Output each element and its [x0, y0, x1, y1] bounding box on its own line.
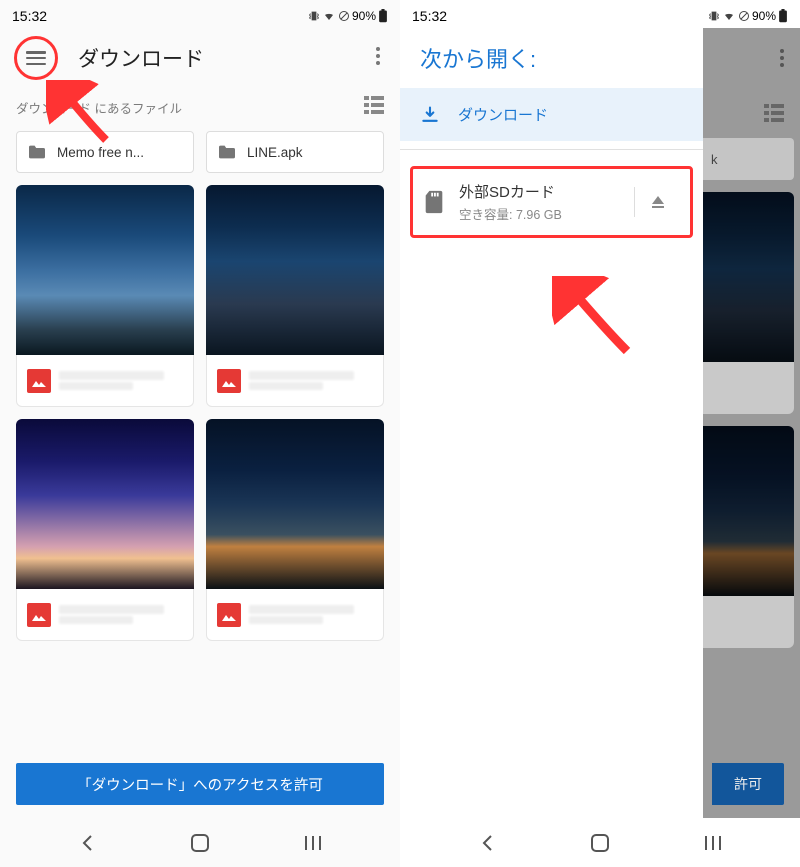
status-time: 15:32: [412, 8, 447, 24]
download-icon: [420, 105, 440, 125]
nav-back-button[interactable]: [75, 831, 99, 855]
nav-home-button[interactable]: [188, 831, 212, 855]
right-pane: 15:32 90% k 許可 次から開く: ダウンロード 外部SDカード: [400, 0, 800, 867]
home-icon: [590, 833, 610, 853]
battery-icon: [378, 9, 388, 23]
access-button-label: 「ダウンロード」へのアクセスを許可: [77, 774, 323, 795]
thumbnail-image: [16, 419, 194, 589]
folder-label: Memo free n...: [57, 145, 144, 160]
subheader: ダウンロード にあるファイル: [0, 88, 400, 131]
menu-circle-annotation: [14, 36, 58, 80]
left-pane: 15:32 90% ダウンロード ダウンロード にあるファイル: [0, 0, 400, 867]
arrow-annotation: [552, 276, 642, 366]
recents-icon: [704, 835, 722, 851]
recents-icon: [304, 835, 322, 851]
no-sign-icon: [738, 10, 750, 22]
nav-bar: [400, 819, 800, 867]
view-toggle-dimmed: [703, 88, 800, 138]
nav-bar: [0, 819, 400, 867]
file-thumbnail[interactable]: [206, 185, 384, 407]
chevron-left-icon: [480, 834, 494, 852]
folder-icon: [217, 144, 237, 160]
nav-recents-button[interactable]: [701, 831, 725, 855]
thumbnail-meta: [16, 355, 194, 407]
status-battery-pct: 90%: [352, 9, 376, 23]
thumbnail-image: [206, 185, 384, 355]
thumbnail-image: [16, 185, 194, 355]
more-button[interactable]: [366, 47, 390, 70]
eject-button[interactable]: [634, 187, 680, 217]
folder-label: LINE.apk: [247, 145, 303, 160]
dimmed-background: k: [703, 28, 800, 818]
image-badge-icon: [217, 369, 241, 393]
folder-item[interactable]: LINE.apk: [206, 131, 384, 173]
thumbnail-meta: [206, 589, 384, 641]
sd-free-space: 空き容量: 7.96 GB: [459, 204, 620, 223]
wifi-icon: [722, 10, 736, 22]
image-badge-icon: [217, 603, 241, 627]
image-badge-icon: [27, 369, 51, 393]
nav-back-button[interactable]: [475, 831, 499, 855]
status-battery-pct: 90%: [752, 9, 776, 23]
divider: [400, 149, 703, 150]
view-toggle-button[interactable]: [364, 96, 384, 119]
status-bar: 15:32 90%: [0, 0, 400, 28]
drawer-item-downloads[interactable]: ダウンロード: [400, 88, 703, 141]
grant-access-button[interactable]: 「ダウンロード」へのアクセスを許可: [16, 763, 384, 805]
drawer-item-sdcard[interactable]: 外部SDカード 空き容量: 7.96 GB: [415, 171, 688, 233]
status-right: 90%: [308, 9, 388, 23]
no-sign-icon: [338, 10, 350, 22]
subtitle: ダウンロード にあるファイル: [16, 98, 182, 117]
vibrate-icon: [308, 10, 320, 22]
navigation-drawer: 次から開く: ダウンロード 外部SDカード 空き容量: 7.96 GB: [400, 28, 703, 819]
sdcard-icon: [423, 190, 445, 214]
page-title: ダウンロード: [78, 43, 366, 73]
vibrate-icon: [708, 10, 720, 22]
folder-peek: k: [703, 138, 794, 180]
wifi-icon: [322, 10, 336, 22]
sd-title: 外部SDカード: [459, 181, 620, 202]
list-view-icon: [764, 104, 784, 122]
more-vert-icon: [376, 47, 380, 65]
access-button-peek: 許可: [712, 763, 784, 805]
header: ダウンロード: [0, 28, 400, 88]
status-right: 90%: [708, 9, 788, 23]
drawer-download-label: ダウンロード: [458, 104, 548, 125]
list-view-icon: [364, 96, 384, 114]
nav-recents-button[interactable]: [301, 831, 325, 855]
eject-icon: [650, 194, 666, 210]
file-grid: Memo free n... LINE.apk: [0, 131, 400, 641]
file-thumbnail[interactable]: [16, 419, 194, 641]
thumbnail-image: [206, 419, 384, 589]
drawer-title: 次から開く:: [400, 28, 703, 88]
folder-item[interactable]: Memo free n...: [16, 131, 194, 173]
thumbnail-meta: [206, 355, 384, 407]
nav-home-button[interactable]: [588, 831, 612, 855]
thumbnail-meta: [16, 589, 194, 641]
more-button-dimmed: [703, 28, 800, 88]
more-vert-icon: [780, 49, 784, 67]
status-time: 15:32: [12, 8, 47, 24]
file-thumbnail[interactable]: [16, 185, 194, 407]
file-thumbnail[interactable]: [206, 419, 384, 641]
folder-icon: [27, 144, 47, 160]
hamburger-menu-button[interactable]: [26, 51, 46, 65]
home-icon: [190, 833, 210, 853]
sd-card-highlight-annotation: 外部SDカード 空き容量: 7.96 GB: [410, 166, 693, 238]
status-bar: 15:32 90%: [400, 0, 800, 28]
chevron-left-icon: [80, 834, 94, 852]
image-badge-icon: [27, 603, 51, 627]
battery-icon: [778, 9, 788, 23]
